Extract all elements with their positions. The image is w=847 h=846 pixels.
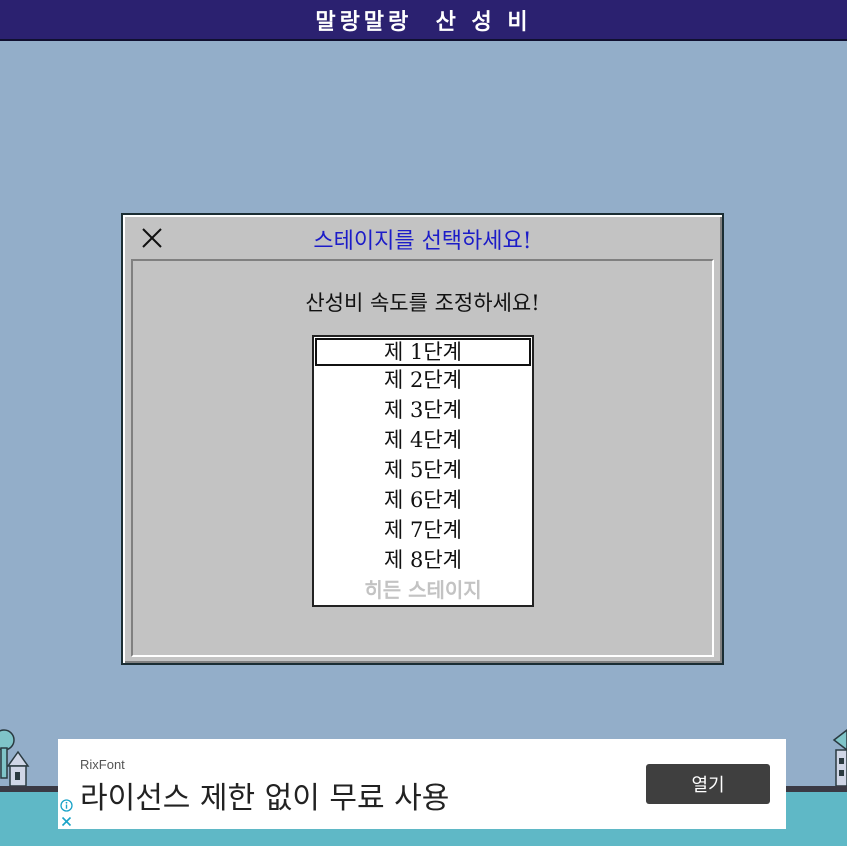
ad-headline[interactable]: 라이선스 제한 없이 무료 사용 bbox=[80, 773, 449, 817]
ad-brand: RixFont bbox=[80, 757, 125, 772]
stage-list[interactable]: 제 1단계 제 2단계 제 3단계 제 4단계 제 5단계 제 6단계 제 7단… bbox=[312, 335, 534, 607]
stage-item-7[interactable]: 제 7단계 bbox=[314, 516, 532, 546]
scenery-left bbox=[0, 726, 60, 788]
close-icon[interactable] bbox=[60, 813, 73, 827]
title-bar: 말랑말랑 산 성 비 bbox=[0, 0, 847, 41]
ad-banner[interactable]: RixFont 라이선스 제한 없이 무료 사용 열기 bbox=[58, 739, 786, 829]
stage-item-1[interactable]: 제 1단계 bbox=[315, 338, 531, 366]
stage-select-dialog: 스테이지를 선택하세요! 산성비 속도를 조정하세요! 제 1단계 제 2단계 … bbox=[121, 213, 724, 665]
info-icon[interactable] bbox=[60, 797, 73, 812]
dialog-prompt: 산성비 속도를 조정하세요! bbox=[305, 291, 540, 315]
stage-item-8[interactable]: 제 8단계 bbox=[314, 546, 532, 576]
stage-item-5[interactable]: 제 5단계 bbox=[314, 456, 532, 486]
stage-item-6[interactable]: 제 6단계 bbox=[314, 486, 532, 516]
scenery-right bbox=[830, 726, 847, 788]
stage-item-hidden: 히든 스테이지 bbox=[364, 578, 482, 602]
dialog-title: 스테이지를 선택하세요! bbox=[313, 229, 532, 254]
ad-open-button[interactable]: 열기 bbox=[646, 764, 770, 804]
dialog-body: 산성비 속도를 조정하세요! 제 1단계 제 2단계 제 3단계 제 4단계 제… bbox=[131, 259, 714, 657]
stage-item-3[interactable]: 제 3단계 bbox=[314, 396, 532, 426]
app-title: 말랑말랑 산 성 비 bbox=[315, 9, 532, 35]
stage-item-4[interactable]: 제 4단계 bbox=[314, 426, 532, 456]
stage-item-2[interactable]: 제 2단계 bbox=[314, 366, 532, 396]
